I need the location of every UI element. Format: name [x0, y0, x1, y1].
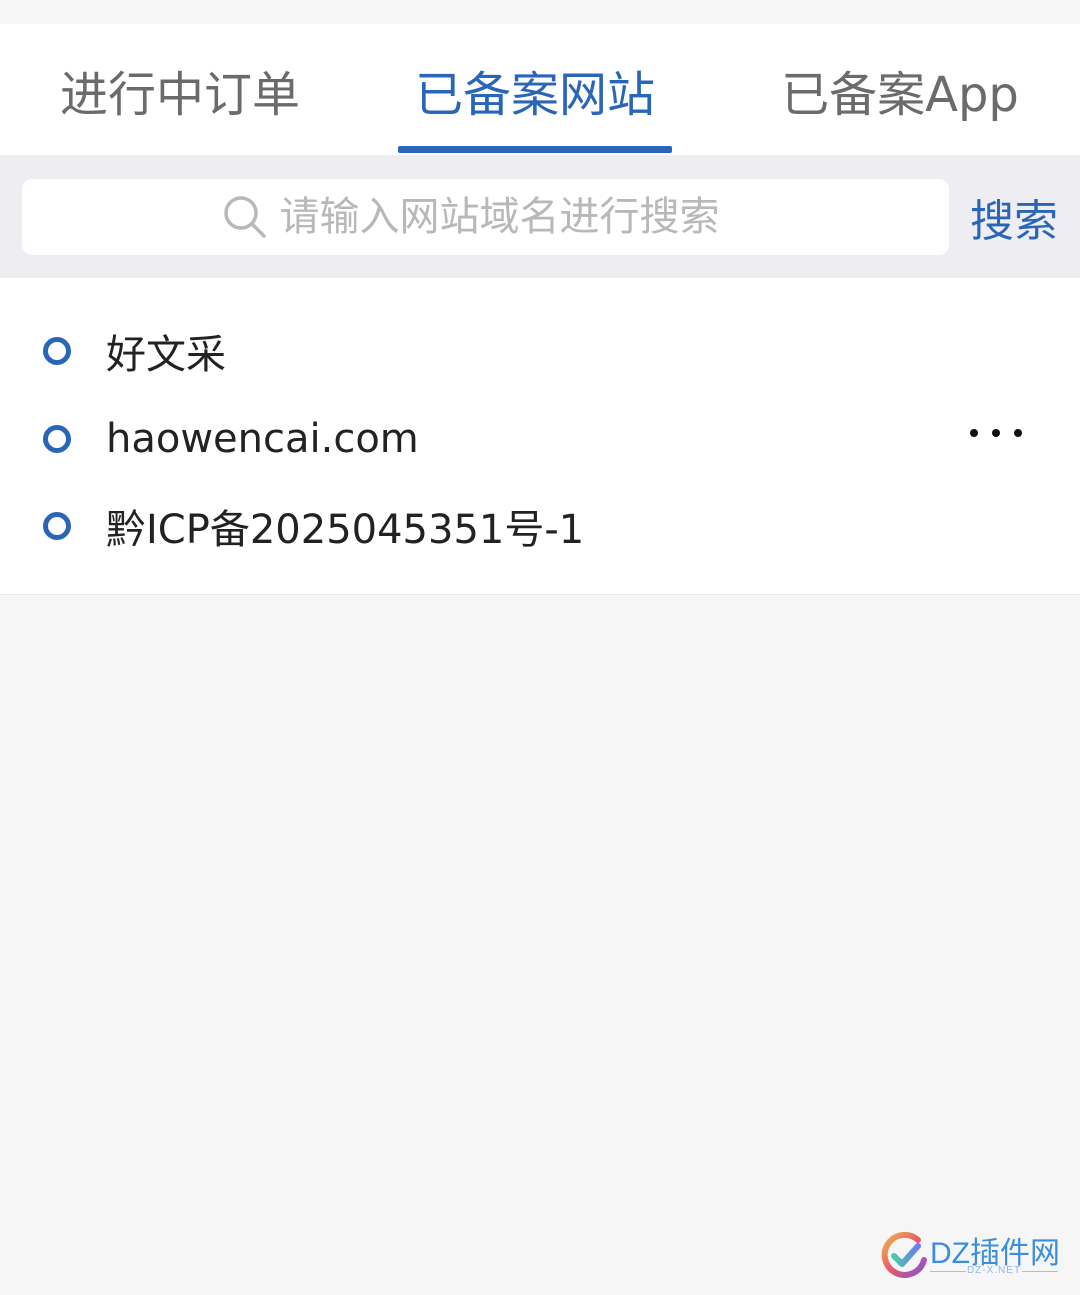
- more-dot: [992, 429, 1000, 437]
- record-line-domain: haowencai.com: [0, 409, 960, 469]
- bullet-ring-icon: [43, 337, 71, 365]
- more-horizontal-icon: [970, 429, 978, 437]
- record-line-license: 黔ICP备2025045351号-1: [0, 496, 960, 556]
- record-card: 好文采 haowencai.com 黔ICP备2025045351号-1: [0, 278, 1080, 595]
- site-domain: haowencai.com: [106, 416, 419, 462]
- watermark-subtitle: DZ-X.NET: [930, 1265, 1058, 1276]
- active-tab-indicator: [398, 146, 672, 153]
- more-dot: [1014, 429, 1022, 437]
- tab-bar: 进行中订单 已备案网站 已备案App: [0, 24, 1080, 155]
- search-section: 搜索: [0, 155, 1080, 278]
- tab-in-progress-orders[interactable]: 进行中订单: [30, 24, 330, 155]
- watermark: DZ插件网 DZ-X.NET: [878, 1228, 1068, 1283]
- record-line-site-name: 好文采: [0, 321, 960, 381]
- watermark-logo-icon: [878, 1230, 930, 1282]
- bullet-ring-icon: [43, 425, 71, 453]
- tab-registered-websites[interactable]: 已备案网站: [390, 24, 680, 155]
- icp-license-number: 黔ICP备2025045351号-1: [106, 507, 585, 553]
- site-name: 好文采: [106, 332, 226, 378]
- search-input[interactable]: [279, 194, 750, 240]
- bullet-ring-icon: [43, 512, 71, 540]
- more-options-button[interactable]: [962, 408, 1030, 458]
- top-strip: [0, 0, 1080, 24]
- search-box[interactable]: [22, 179, 949, 255]
- tab-registered-apps[interactable]: 已备案App: [760, 24, 1040, 155]
- search-icon: [222, 194, 268, 240]
- search-button[interactable]: 搜索: [960, 179, 1068, 255]
